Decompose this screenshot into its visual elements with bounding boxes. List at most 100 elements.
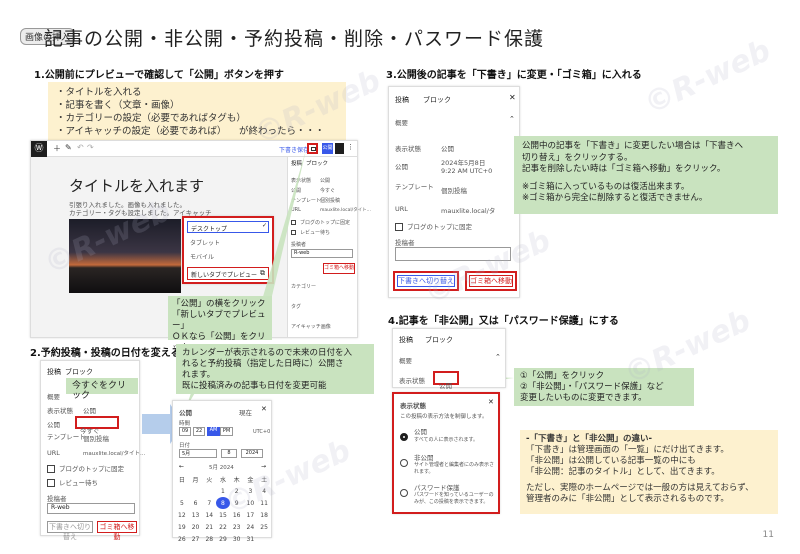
day-input[interactable]: 8 [221,449,237,458]
close-icon[interactable]: ✕ [509,93,516,102]
trash-button[interactable]: ゴミ箱へ移動 [469,275,513,287]
pending-checkbox[interactable]: レビュー待ち [47,477,98,487]
tab-post[interactable]: 投稿 [291,159,302,167]
minute-input[interactable]: 22 [193,427,205,436]
publish-button[interactable]: 公開 [322,143,333,154]
calendar-day[interactable]: 3 [244,485,258,497]
tab-post[interactable]: 投稿 [395,95,409,105]
preview-button[interactable] [307,143,318,154]
calendar-day[interactable]: 8 [216,497,230,509]
tab-post[interactable]: 投稿 [47,367,61,377]
more-options-icon[interactable]: ⋮ [347,143,354,151]
trash-button[interactable]: ゴミ箱へ移動 [97,521,137,541]
visibility-option-public[interactable]: 公開 すべての人に表示されます。 [400,426,478,445]
sidebar-panel-tag[interactable]: タグ [291,303,301,310]
visibility-button[interactable]: 公開 [433,371,459,390]
calendar-day[interactable]: 16 [230,509,244,521]
tab-post[interactable]: 投稿 [399,335,413,345]
template-value[interactable]: 個別投稿 [441,185,467,195]
url-value[interactable]: mauxlite.local/タ [441,205,495,215]
close-icon[interactable]: ✕ [488,398,494,406]
close-icon[interactable]: ✕ [261,405,267,413]
calendar-day[interactable]: 18 [257,509,271,521]
undo-icon[interactable]: ↶ [77,143,84,152]
switch-to-draft-button[interactable]: 下書きへ切り替え [397,275,455,287]
settings-icon[interactable] [335,143,344,154]
visibility-value[interactable]: 公開 [83,405,96,415]
calendar-day[interactable]: 29 [216,533,230,545]
save-draft-button[interactable]: 下書き保存 [279,145,309,154]
calendar-day[interactable]: 1 [216,485,230,497]
calendar-day[interactable]: 5 [175,497,189,509]
calendar-day[interactable]: 12 [175,509,189,521]
calendar-day[interactable]: 26 [175,533,189,545]
sidebar-value[interactable]: mauxlite.local/タイト... [320,207,371,213]
tab-block[interactable]: ブロック [65,367,93,377]
calendar-now-button[interactable]: 現在 [239,407,252,417]
author-select[interactable]: R-web [47,503,135,514]
sidebar-value[interactable]: 今すぐ [320,187,335,194]
calendar-day[interactable]: 23 [230,521,244,533]
calendar-day[interactable]: 10 [244,497,258,509]
post-image[interactable] [69,219,181,293]
hour-input[interactable]: 09 [179,427,191,436]
sidebar-panel-category[interactable]: カテゴリー [291,283,316,290]
switch-to-draft-button[interactable]: 下書きへ切り替え [47,521,93,541]
sidebar-checkbox[interactable]: ブログのトップに固定 [291,219,350,226]
calendar-day[interactable]: 17 [244,509,258,521]
calendar-day[interactable]: 19 [175,521,189,533]
publish-now-button[interactable]: 今すぐ [75,416,119,435]
sticky-checkbox[interactable]: ブログのトップに固定 [395,221,472,231]
preview-menu-desktop[interactable]: デスクトップ [187,221,269,233]
calendar-day[interactable]: 31 [244,533,258,545]
author-select[interactable]: R-web [291,249,353,258]
prev-month-icon[interactable]: ← [179,463,184,470]
calendar-day[interactable]: 25 [257,521,271,533]
calendar-day[interactable]: 21 [202,521,216,533]
add-block-icon[interactable]: ＋ [53,143,61,154]
chevron-up-icon[interactable]: ⌃ [495,353,501,361]
calendar-day[interactable]: 4 [257,485,271,497]
calendar-day[interactable]: 15 [216,509,230,521]
calendar-day[interactable]: 2 [230,485,244,497]
am-toggle[interactable]: AM [207,427,220,436]
sidebar-panel-featured-image[interactable]: アイキャッチ画像 [291,323,331,330]
pm-toggle[interactable]: PM [220,427,233,436]
tab-block[interactable]: ブロック [425,335,453,345]
calendar-day[interactable]: 9 [230,497,244,509]
preview-menu-new-tab[interactable]: 新しいタブでプレビュー [187,267,269,280]
calendar-day[interactable]: 6 [189,497,203,509]
preview-menu-tablet[interactable]: タブレット [190,238,220,247]
month-select[interactable]: 5月 [179,449,217,458]
calendar-day[interactable]: 11 [257,497,271,509]
calendar-day[interactable]: 22 [216,521,230,533]
visibility-option-password[interactable]: パスワード保護 パスワードを知っているユーザーのみが、この投稿を表示できます。 [400,482,494,505]
post-title[interactable]: タイトルを入れます [69,175,204,196]
chevron-up-icon[interactable]: ⌃ [509,115,515,123]
calendar-day[interactable]: 24 [244,521,258,533]
visibility-option-private[interactable]: 非公開 サイト管理者と編集者にのみ表示されます。 [400,452,494,475]
calendar-day[interactable]: 13 [189,509,203,521]
calendar-day[interactable]: 27 [189,533,203,545]
edit-icon[interactable]: ✎ [65,143,72,152]
sticky-checkbox[interactable]: ブログのトップに固定 [47,463,124,473]
author-select[interactable] [395,247,511,261]
template-value[interactable]: 個別投稿 [83,433,109,443]
calendar-day[interactable]: 7 [202,497,216,509]
redo-icon[interactable]: ↷ [87,143,94,152]
calendar-day[interactable]: 28 [202,533,216,545]
trash-button[interactable]: ゴミ箱へ移動 [323,263,355,274]
publish-date-value[interactable]: 2024年5月8日 9:22 AM UTC+0 [441,159,499,175]
tab-block[interactable]: ブロック [423,95,451,105]
calendar-day[interactable]: 30 [230,533,244,545]
preview-menu-mobile[interactable]: モバイル [190,252,214,261]
year-input[interactable]: 2024 [241,449,263,458]
url-value[interactable]: mauxlite.local/タイト... [83,449,145,457]
tab-block[interactable]: ブロック [306,159,328,167]
sidebar-value[interactable]: 個別投稿 [320,197,340,204]
sidebar-value[interactable]: 公開 [320,177,330,184]
visibility-value[interactable]: 公開 [441,143,454,153]
calendar-day[interactable]: 20 [189,521,203,533]
calendar-day[interactable]: 14 [202,509,216,521]
sidebar-checkbox[interactable]: レビュー待ち [291,229,330,236]
